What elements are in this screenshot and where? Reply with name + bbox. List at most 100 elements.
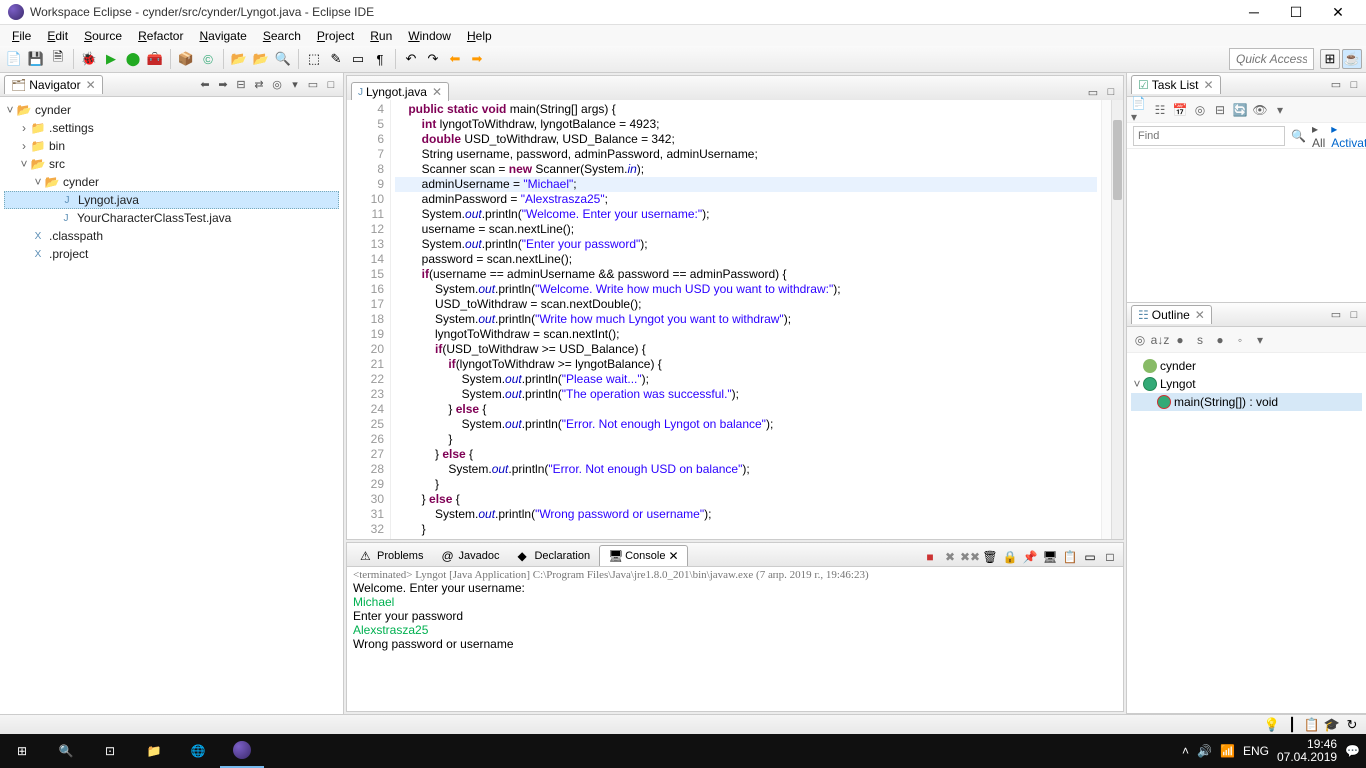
forward-icon[interactable]: ➡ [215, 77, 231, 93]
menu-window[interactable]: Window [400, 26, 459, 46]
hide-local-icon[interactable]: ◦ [1231, 331, 1249, 349]
maximize-view-icon[interactable]: □ [323, 77, 339, 93]
view-menu-icon[interactable]: ▾ [1271, 101, 1289, 119]
display-console-icon[interactable]: 🖥 [1041, 548, 1059, 566]
all-label[interactable]: ▸ All [1312, 122, 1325, 150]
toggle-breadcrumb-icon[interactable]: ⬚ [304, 49, 324, 69]
language-indicator[interactable]: ENG [1243, 744, 1269, 758]
new-class-icon[interactable]: © [198, 49, 218, 69]
outline-method[interactable]: main(String[]) : void [1131, 393, 1362, 411]
debug-icon[interactable]: 🐞 [79, 49, 99, 69]
tree-item[interactable]: ˅📂cynder [4, 173, 339, 191]
sort-icon[interactable]: a↓z [1151, 331, 1169, 349]
menu-run[interactable]: Run [362, 26, 400, 46]
sync-icon[interactable]: ↻ [1344, 717, 1360, 733]
maximize-button[interactable]: ☐ [1276, 0, 1316, 24]
start-button[interactable]: ⊞ [0, 734, 44, 768]
menu-refactor[interactable]: Refactor [130, 26, 191, 46]
close-icon[interactable]: ✕ [1203, 78, 1213, 92]
run-icon[interactable]: ▶ [101, 49, 121, 69]
coverage-icon[interactable]: ⬤ [123, 49, 143, 69]
task-icon[interactable]: 📋 [1304, 717, 1320, 733]
scroll-lock-icon[interactable]: 🔒 [1001, 548, 1019, 566]
minimize-view-icon[interactable]: ▭ [1081, 548, 1099, 566]
menu-search[interactable]: Search [255, 26, 309, 46]
tray-chevron-icon[interactable]: ˄ [1182, 744, 1189, 758]
scheduled-icon[interactable]: 📅 [1171, 101, 1189, 119]
hide-icon[interactable]: 👁 [1251, 101, 1269, 119]
tree-item[interactable]: ›📁bin [4, 137, 339, 155]
task-view-button[interactable]: ⊡ [88, 734, 132, 768]
maximize-view-icon[interactable]: □ [1346, 77, 1362, 93]
outline-tab[interactable]: ☷ Outline ✕ [1131, 305, 1212, 324]
tab-problems[interactable]: ⚠Problems [351, 545, 432, 566]
minimize-view-icon[interactable]: ▭ [1328, 307, 1344, 323]
tree-item[interactable]: ›📁.settings [4, 119, 339, 137]
close-icon[interactable]: ✕ [1195, 308, 1205, 322]
wifi-icon[interactable]: 📶 [1220, 744, 1235, 758]
search-button[interactable]: 🔍 [44, 734, 88, 768]
tree-item[interactable]: ˅📂src [4, 155, 339, 173]
focus-task-icon[interactable]: ◎ [269, 77, 285, 93]
navigator-tree[interactable]: ˅📂cynder›📁.settings›📁bin˅📂src˅📂cynder JL… [0, 97, 343, 267]
open-perspective-icon[interactable]: ⊞ [1320, 49, 1340, 69]
back-icon[interactable]: ⬅ [445, 49, 465, 69]
tree-item[interactable]: JYourCharacterClassTest.java [4, 209, 339, 227]
tip-icon[interactable]: 💡 [1264, 717, 1280, 733]
outline-package[interactable]: cynder [1131, 357, 1362, 375]
minimize-view-icon[interactable]: ▭ [1328, 77, 1344, 93]
save-icon[interactable]: 💾 [26, 49, 46, 69]
pin-console-icon[interactable]: 📌 [1021, 548, 1039, 566]
minimize-view-icon[interactable]: ▭ [1085, 84, 1101, 100]
link-editor-icon[interactable]: ⇄ [251, 77, 267, 93]
open-type-icon[interactable]: 📂 [229, 49, 249, 69]
close-icon[interactable]: ✕ [86, 78, 96, 92]
view-menu-icon[interactable]: ▾ [1251, 331, 1269, 349]
hide-fields-icon[interactable]: ● [1171, 331, 1189, 349]
tree-item[interactable]: X.classpath [4, 227, 339, 245]
ext-tools-icon[interactable]: 🧰 [145, 49, 165, 69]
focus-icon[interactable]: ◎ [1131, 331, 1149, 349]
maximize-view-icon[interactable]: □ [1346, 307, 1362, 323]
clock[interactable]: 19:46 07.04.2019 [1277, 738, 1337, 764]
sync-icon[interactable]: 🔄 [1231, 101, 1249, 119]
block-select-icon[interactable]: ▭ [348, 49, 368, 69]
forward-icon[interactable]: ➡ [467, 49, 487, 69]
activate-link[interactable]: ▸ Activate... [1331, 122, 1366, 150]
notifications-icon[interactable]: 💬 [1345, 744, 1360, 758]
eclipse-button[interactable] [220, 734, 264, 768]
find-input[interactable] [1133, 126, 1285, 146]
clear-console-icon[interactable]: 🗑 [981, 548, 999, 566]
editor-body[interactable]: 4567891011121314151617181920212223242526… [347, 100, 1123, 539]
focus-icon[interactable]: ◎ [1191, 101, 1209, 119]
quick-access-input[interactable] [1229, 48, 1314, 70]
tab-javadoc[interactable]: @Javadoc [432, 545, 508, 566]
menu-navigate[interactable]: Navigate [191, 26, 254, 46]
code-area[interactable]: public static void main(String[] args) {… [391, 100, 1101, 539]
menu-file[interactable]: File [4, 26, 39, 46]
save-all-icon[interactable]: 🗎 [48, 49, 68, 69]
search-icon[interactable]: 🔍 [1291, 129, 1306, 143]
navigator-tab[interactable]: 🗂 Navigator ✕ [4, 75, 103, 94]
new-package-icon[interactable]: 📦 [176, 49, 196, 69]
mark-occurrences-icon[interactable]: ✎ [326, 49, 346, 69]
categorized-icon[interactable]: ☷ [1151, 101, 1169, 119]
new-icon[interactable]: 📄 [4, 49, 24, 69]
menu-source[interactable]: Source [76, 26, 130, 46]
maximize-view-icon[interactable]: □ [1101, 548, 1119, 566]
tree-item[interactable]: JLyngot.java [4, 191, 339, 209]
minimize-button[interactable]: ─ [1234, 0, 1274, 24]
file-explorer-button[interactable]: 📁 [132, 734, 176, 768]
outline-tree[interactable]: cynder ˅ Lyngot main(String[]) : void [1127, 353, 1366, 713]
tasklist-tab[interactable]: ☑ Task List ✕ [1131, 75, 1221, 94]
close-button[interactable]: ✕ [1318, 0, 1358, 24]
open-task-icon[interactable]: 📂 [251, 49, 271, 69]
tab-declaration[interactable]: ◆Declaration [508, 545, 599, 566]
maximize-view-icon[interactable]: □ [1103, 84, 1119, 100]
minimize-view-icon[interactable]: ▭ [305, 77, 321, 93]
hide-nonpublic-icon[interactable]: ● [1211, 331, 1229, 349]
chrome-button[interactable]: 🌐 [176, 734, 220, 768]
menu-edit[interactable]: Edit [39, 26, 76, 46]
collapse-all-icon[interactable]: ⊟ [233, 77, 249, 93]
search-icon[interactable]: 🔍 [273, 49, 293, 69]
